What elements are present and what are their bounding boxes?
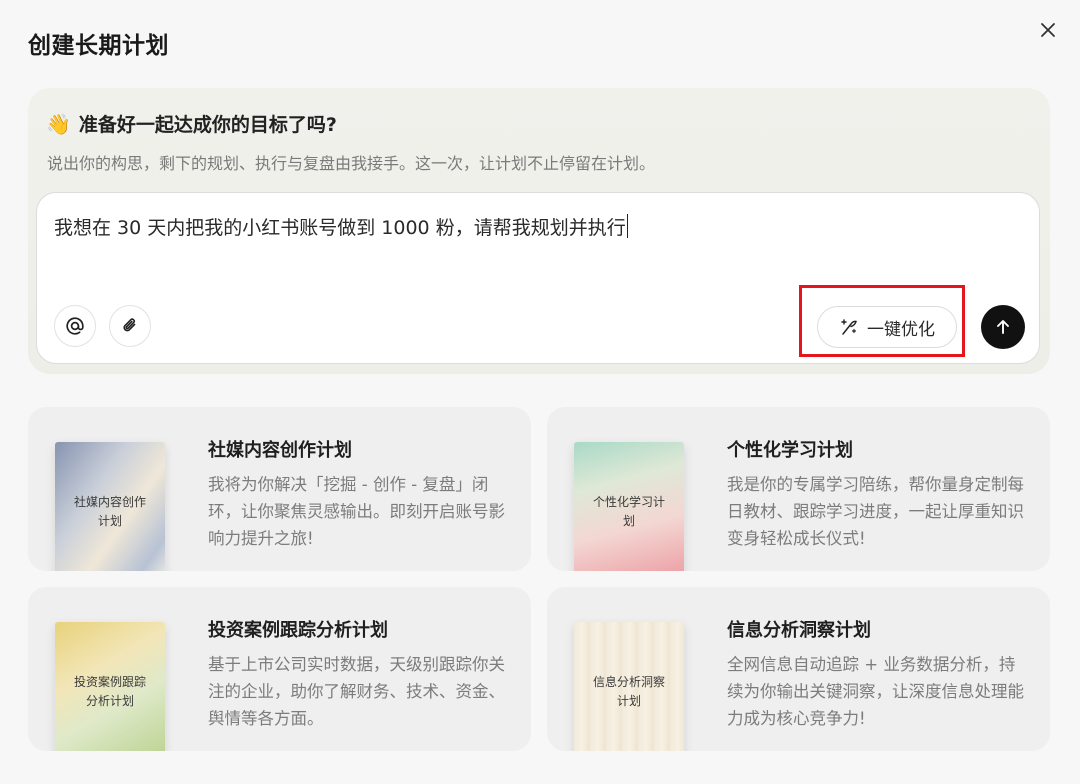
- card-cover: 信息分析洞察计划: [574, 622, 684, 751]
- hero-heading: 👋 准备好一起达成你的目标了吗?: [46, 110, 337, 137]
- template-card-insight[interactable]: 信息分析洞察计划 信息分析洞察计划 全网信息自动追踪 + 业务数据分析，持续为你…: [547, 587, 1050, 751]
- send-button[interactable]: [981, 305, 1025, 349]
- cover-text: 信息分析洞察计划: [592, 675, 665, 708]
- card-description: 我将为你解决「挖掘 - 创作 - 复盘」闭环，让你聚焦灵感输出。即刻开启账号影响…: [208, 475, 505, 548]
- cover-text: 个性化学习计划: [592, 495, 665, 528]
- template-card-learning[interactable]: 个性化学习计划 个性化学习计划 我是你的专属学习陪练，帮你量身定制每日教材、跟踪…: [547, 407, 1050, 571]
- card-title: 个性化学习计划: [727, 440, 853, 461]
- waving-hand-icon: 👋: [46, 111, 71, 136]
- card-title: 信息分析洞察计划: [727, 620, 871, 641]
- template-card-investment[interactable]: 投资案例跟踪分析计划 投资案例跟踪分析计划 基于上市公司实时数据，天级别跟踪你关…: [28, 587, 531, 751]
- goal-input-box[interactable]: 我想在 30 天内把我的小红书账号做到 1000 粉，请帮我规划并执行 一键优化: [36, 192, 1040, 364]
- card-title: 投资案例跟踪分析计划: [208, 620, 388, 641]
- card-cover: 社媒内容创作计划: [55, 442, 165, 571]
- close-button[interactable]: [1034, 16, 1062, 44]
- arrow-up-icon: [997, 320, 1009, 334]
- goal-input-value: 我想在 30 天内把我的小红书账号做到 1000 粉，请帮我规划并执行: [54, 217, 626, 239]
- optimize-label: 一键优化: [867, 319, 935, 340]
- card-cover: 个性化学习计划: [574, 442, 684, 571]
- card-description: 全网信息自动追踪 + 业务数据分析，持续为你输出关键洞察，让深度信息处理能力成为…: [727, 655, 1024, 728]
- card-description: 基于上市公司实时数据，天级别跟踪你关注的企业，助你了解财务、技术、资金、舆情等各…: [208, 655, 505, 728]
- sparkle-pen-icon: [841, 319, 857, 335]
- close-icon: [1041, 23, 1055, 37]
- goal-input-panel: 👋 准备好一起达成你的目标了吗? 说出你的构思，剩下的规划、执行与复盘由我接手。…: [28, 88, 1050, 374]
- template-card-social-media[interactable]: 社媒内容创作计划 社媒内容创作计划 我将为你解决「挖掘 - 创作 - 复盘」闭环…: [28, 407, 531, 571]
- cover-text: 投资案例跟踪分析计划: [73, 675, 146, 708]
- create-plan-dialog: 创建长期计划 👋 准备好一起达成你的目标了吗? 说出你的构思，剩下的规划、执行与…: [0, 0, 1080, 784]
- cover-text: 社媒内容创作计划: [73, 495, 146, 528]
- paperclip-icon: [123, 318, 136, 332]
- hero-subtitle: 说出你的构思，剩下的规划、执行与复盘由我接手。这一次，让计划不止停留在计划。: [47, 154, 656, 173]
- attach-button[interactable]: [109, 305, 151, 347]
- card-description: 我是你的专属学习陪练，帮你量身定制每日教材、跟踪学习进度，一起让厚重知识变身轻松…: [727, 475, 1024, 548]
- goal-input-text[interactable]: 我想在 30 天内把我的小红书账号做到 1000 粉，请帮我规划并执行: [54, 213, 628, 240]
- text-caret: [626, 214, 628, 238]
- card-title: 社媒内容创作计划: [208, 440, 352, 461]
- at-icon: [66, 317, 84, 335]
- dialog-title: 创建长期计划: [28, 33, 169, 59]
- one-click-optimize-button[interactable]: 一键优化: [817, 306, 957, 348]
- card-cover: 投资案例跟踪分析计划: [55, 622, 165, 751]
- hero-heading-text: 准备好一起达成你的目标了吗?: [78, 114, 337, 136]
- mention-button[interactable]: [54, 305, 96, 347]
